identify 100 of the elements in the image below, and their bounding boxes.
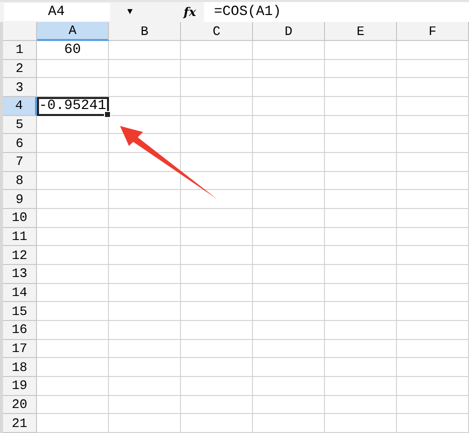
empty-cell[interactable]	[109, 376, 181, 396]
column-header[interactable]: F	[397, 22, 469, 41]
empty-cell[interactable]	[253, 78, 325, 97]
empty-cell[interactable]	[325, 41, 397, 60]
empty-cell[interactable]	[253, 208, 325, 228]
row-header[interactable]: 17	[3, 340, 37, 358]
row-header[interactable]: 18	[3, 358, 37, 377]
empty-cell[interactable]	[397, 376, 469, 396]
row-header[interactable]: 6	[3, 134, 37, 153]
row-header[interactable]: 13	[3, 264, 37, 284]
empty-cell[interactable]	[181, 134, 253, 153]
empty-cell[interactable]	[109, 320, 181, 340]
empty-cell[interactable]	[325, 116, 397, 134]
row-header[interactable]: 10	[3, 208, 37, 228]
empty-cell[interactable]	[109, 264, 181, 284]
row-header[interactable]: 12	[3, 246, 37, 265]
empty-cell[interactable]	[253, 152, 325, 172]
empty-cell[interactable]	[253, 376, 325, 396]
empty-cell[interactable]	[397, 414, 469, 433]
column-header[interactable]: E	[325, 22, 397, 41]
empty-cell[interactable]	[181, 340, 253, 358]
empty-cell[interactable]	[109, 190, 181, 209]
empty-cell[interactable]	[181, 208, 253, 228]
empty-cell[interactable]	[325, 96, 397, 116]
empty-cell[interactable]	[397, 208, 469, 228]
dropdown-arrow[interactable]: ▼	[110, 7, 150, 17]
empty-cell[interactable]	[253, 116, 325, 134]
empty-cell[interactable]	[325, 246, 397, 265]
empty-cell[interactable]	[109, 96, 181, 116]
row-header[interactable]: 4	[3, 96, 37, 116]
empty-cell[interactable]	[181, 264, 253, 284]
empty-cell[interactable]	[325, 284, 397, 302]
empty-cell[interactable]	[397, 116, 469, 134]
table-cell[interactable]: 60	[37, 41, 109, 60]
empty-cell[interactable]	[397, 60, 469, 78]
formula-field[interactable]: =COS(A1)	[204, 2, 469, 22]
empty-cell[interactable]	[181, 78, 253, 97]
empty-cell[interactable]	[253, 396, 325, 414]
empty-cell[interactable]	[397, 78, 469, 97]
row-header[interactable]: 2	[3, 60, 37, 78]
row-header[interactable]: 14	[3, 284, 37, 302]
active-cell[interactable]: -0.95241	[37, 96, 109, 116]
column-header[interactable]: C	[181, 22, 253, 41]
empty-cell[interactable]	[181, 376, 253, 396]
empty-cell[interactable]	[253, 284, 325, 302]
row-header[interactable]: 7	[3, 152, 37, 172]
empty-cell[interactable]	[181, 246, 253, 265]
empty-cell[interactable]	[253, 134, 325, 153]
empty-cell[interactable]	[181, 116, 253, 134]
empty-cell[interactable]	[325, 414, 397, 433]
empty-cell[interactable]	[181, 396, 253, 414]
empty-cell[interactable]	[325, 78, 397, 97]
empty-cell[interactable]	[253, 96, 325, 116]
empty-cell[interactable]	[253, 320, 325, 340]
empty-cell[interactable]	[253, 358, 325, 377]
empty-cell[interactable]	[253, 41, 325, 60]
empty-cell[interactable]	[325, 134, 397, 153]
empty-cell[interactable]	[181, 60, 253, 78]
empty-cell[interactable]	[109, 396, 181, 414]
empty-cell[interactable]	[325, 190, 397, 209]
empty-cell[interactable]	[397, 152, 469, 172]
row-header[interactable]: 21	[3, 414, 37, 433]
row-header[interactable]: 8	[3, 172, 37, 190]
row-header[interactable]: 9	[3, 190, 37, 209]
column-header[interactable]: D	[253, 22, 325, 41]
empty-cell[interactable]	[397, 190, 469, 209]
empty-cell[interactable]	[253, 228, 325, 246]
empty-cell[interactable]	[109, 208, 181, 228]
empty-cell[interactable]	[181, 284, 253, 302]
empty-cell[interactable]	[397, 340, 469, 358]
empty-cell[interactable]	[181, 320, 253, 340]
empty-cell[interactable]	[181, 152, 253, 172]
function-button[interactable]: fx	[150, 5, 204, 19]
empty-cell[interactable]	[325, 60, 397, 78]
empty-cell[interactable]	[109, 228, 181, 246]
empty-cell[interactable]	[253, 414, 325, 433]
empty-cell[interactable]	[253, 340, 325, 358]
empty-cell[interactable]	[181, 228, 253, 246]
row-header[interactable]: 11	[3, 228, 37, 246]
empty-cell[interactable]	[397, 96, 469, 116]
empty-cell[interactable]	[325, 264, 397, 284]
select-all-corner[interactable]	[3, 22, 37, 41]
row-header[interactable]: 19	[3, 376, 37, 396]
row-header[interactable]: 20	[3, 396, 37, 414]
row-header[interactable]: 1	[3, 41, 37, 60]
empty-cell[interactable]	[325, 172, 397, 190]
empty-cell[interactable]	[109, 414, 181, 433]
empty-cell[interactable]	[181, 414, 253, 433]
empty-cell[interactable]	[325, 320, 397, 340]
empty-cell[interactable]	[325, 208, 397, 228]
empty-cell[interactable]	[181, 96, 253, 116]
empty-cell[interactable]	[109, 41, 181, 60]
empty-cell[interactable]	[109, 358, 181, 377]
empty-cell[interactable]	[253, 246, 325, 265]
empty-cell[interactable]	[325, 396, 397, 414]
empty-cell[interactable]	[109, 284, 181, 302]
empty-cell[interactable]	[109, 340, 181, 358]
row-header[interactable]: 16	[3, 320, 37, 340]
row-header[interactable]: 15	[3, 302, 37, 321]
fill-handle[interactable]	[104, 110, 111, 118]
